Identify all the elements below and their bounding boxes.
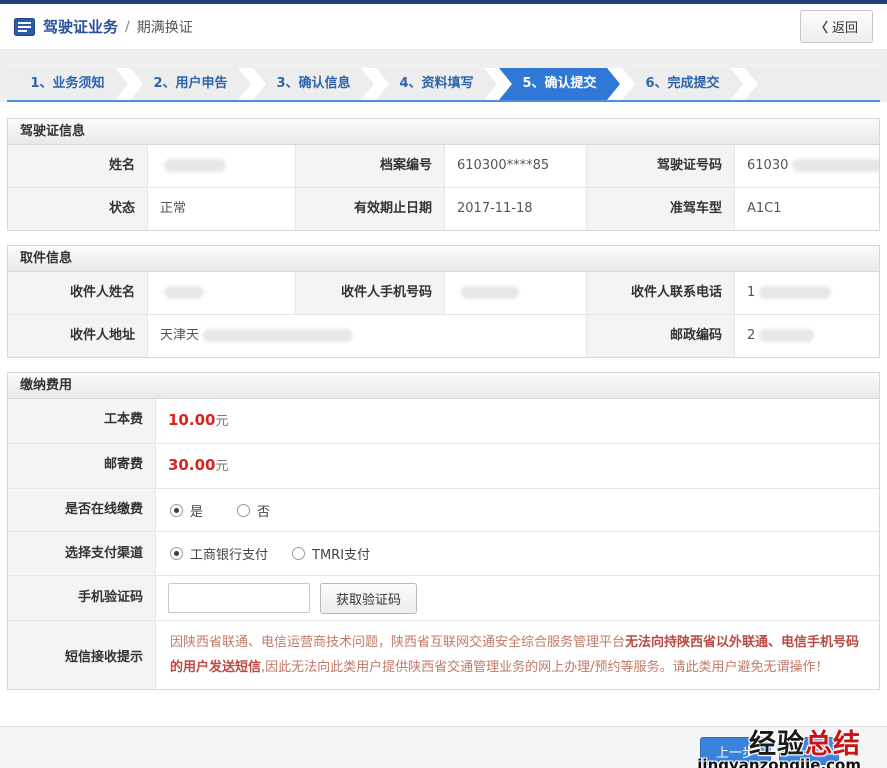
recipient-phone-label: 收件人联系电话	[587, 272, 735, 314]
recipient-name-value	[148, 272, 296, 314]
table-row: 姓名 档案编号 610300****85 驾驶证号码 61030	[8, 145, 879, 187]
sms-notice-text: 因陕西省联通、电信运营商技术问题，陕西省互联网交通安全综合服务管理平台无法向持陕…	[156, 621, 879, 689]
payment-channel-label: 选择支付渠道	[8, 532, 156, 575]
recipient-mobile-label: 收件人手机号码	[296, 272, 445, 314]
form-list-icon	[14, 18, 35, 36]
license-section-title: 驾驶证信息	[8, 119, 879, 145]
fees-section-title: 缴纳费用	[8, 373, 879, 399]
recipient-phone-value: 1	[735, 272, 879, 314]
step-bar: 1、业务须知 2、用户申告 3、确认信息 4、资料填写 5、确认提交 6、完成提…	[7, 68, 880, 102]
page-header: 驾驶证业务 / 期满换证 〈返回	[0, 4, 887, 50]
breadcrumb-separator: /	[125, 19, 130, 35]
main-content: 驾驶证信息 姓名 档案编号 610300****85 驾驶证号码 61030 状…	[0, 102, 887, 726]
radio-icon	[292, 547, 305, 560]
step-2-user-declaration[interactable]: 2、用户申告	[130, 68, 251, 100]
redacted-recipient-phone	[759, 286, 831, 299]
step-1-business-notes[interactable]: 1、业务须知	[7, 68, 128, 100]
redacted-postcode	[759, 329, 814, 342]
redacted-license-number	[792, 159, 879, 172]
sms-code-label: 手机验证码	[8, 576, 156, 620]
production-fee-label: 工本费	[8, 399, 156, 443]
license-info-section: 驾驶证信息 姓名 档案编号 610300****85 驾驶证号码 61030 状…	[7, 118, 880, 231]
name-label: 姓名	[8, 145, 148, 187]
recipient-address-value: 天津天	[148, 315, 587, 357]
redacted-name	[164, 159, 226, 172]
redacted-recipient-mobile	[461, 286, 519, 299]
table-row: 短信接收提示 因陕西省联通、电信运营商技术问题，陕西省互联网交通安全综合服务管理…	[8, 620, 879, 689]
sms-notice-label: 短信接收提示	[8, 621, 156, 689]
license-number-label: 驾驶证号码	[587, 145, 735, 187]
icbc-pay-radio[interactable]: 工商银行支付	[170, 544, 268, 563]
online-payment-options: 是 否	[156, 489, 879, 531]
name-value	[148, 145, 296, 187]
vehicle-class-label: 准驾车型	[587, 188, 735, 230]
vehicle-class-value: A1C1	[735, 188, 879, 230]
recipient-address-label: 收件人地址	[8, 315, 148, 357]
sms-code-input[interactable]	[168, 583, 310, 613]
table-row: 收件人地址 天津天 邮政编码 2	[8, 314, 879, 357]
radio-icon	[170, 547, 183, 560]
fees-section: 缴纳费用 工本费 10.00元 邮寄费 30.00元 是否在线缴费 是 否 选择…	[7, 372, 880, 690]
step-3-confirm-info[interactable]: 3、确认信息	[253, 68, 374, 100]
step-6-finish-submit[interactable]: 6、完成提交	[622, 68, 743, 100]
get-sms-code-button[interactable]: 获取验证码	[320, 583, 417, 614]
status-label: 状态	[8, 188, 148, 230]
postage-fee-label: 邮寄费	[8, 444, 156, 488]
step-bar-filler	[745, 68, 880, 100]
table-row: 手机验证码 获取验证码	[8, 575, 879, 620]
back-chevron-icon: 〈	[815, 20, 828, 35]
redacted-recipient-name	[164, 286, 204, 299]
pickup-info-section: 取件信息 收件人姓名 收件人手机号码 收件人联系电话 1 收件人地址 天津天 邮…	[7, 245, 880, 358]
postcode-label: 邮政编码	[587, 315, 735, 357]
expiry-date-value: 2017-11-18	[445, 188, 587, 230]
file-number-value: 610300****85	[445, 145, 587, 187]
table-row: 是否在线缴费 是 否	[8, 488, 879, 531]
table-row: 工本费 10.00元	[8, 399, 879, 443]
breadcrumb-current: 期满换证	[137, 17, 193, 37]
step-5-confirm-submit[interactable]: 5、确认提交	[499, 68, 620, 100]
online-payment-label: 是否在线缴费	[8, 489, 156, 531]
production-fee-value: 10.00元	[156, 399, 879, 443]
recipient-mobile-value	[445, 272, 587, 314]
file-number-label: 档案编号	[296, 145, 445, 187]
footer-bar: 上一步 经验总结 jingyanzongjie.com	[0, 726, 887, 768]
back-button[interactable]: 〈返回	[800, 10, 873, 43]
back-button-label: 返回	[832, 20, 858, 35]
postcode-value: 2	[735, 315, 879, 357]
pickup-section-title: 取件信息	[8, 246, 879, 272]
redacted-recipient-address	[203, 329, 353, 342]
online-payment-no-radio[interactable]: 否	[237, 501, 270, 520]
table-row: 选择支付渠道 工商银行支付 TMRI支付	[8, 531, 879, 575]
radio-icon	[170, 504, 183, 517]
payment-channel-options: 工商银行支付 TMRI支付	[156, 532, 879, 575]
tmri-pay-radio[interactable]: TMRI支付	[292, 544, 370, 563]
radio-icon	[237, 504, 250, 517]
page-title: 驾驶证业务	[43, 16, 118, 37]
covered-submit-button[interactable]	[779, 737, 839, 765]
previous-step-button[interactable]: 上一步	[700, 737, 771, 765]
table-row: 状态 正常 有效期止日期 2017-11-18 准驾车型 A1C1	[8, 187, 879, 230]
table-row: 邮寄费 30.00元	[8, 443, 879, 488]
license-number-value: 61030	[735, 145, 879, 187]
expiry-date-label: 有效期止日期	[296, 188, 445, 230]
step-4-fill-data[interactable]: 4、资料填写	[376, 68, 497, 100]
recipient-name-label: 收件人姓名	[8, 272, 148, 314]
online-payment-yes-radio[interactable]: 是	[170, 501, 203, 520]
table-row: 收件人姓名 收件人手机号码 收件人联系电话 1	[8, 272, 879, 314]
status-value: 正常	[148, 188, 296, 230]
postage-fee-value: 30.00元	[156, 444, 879, 488]
